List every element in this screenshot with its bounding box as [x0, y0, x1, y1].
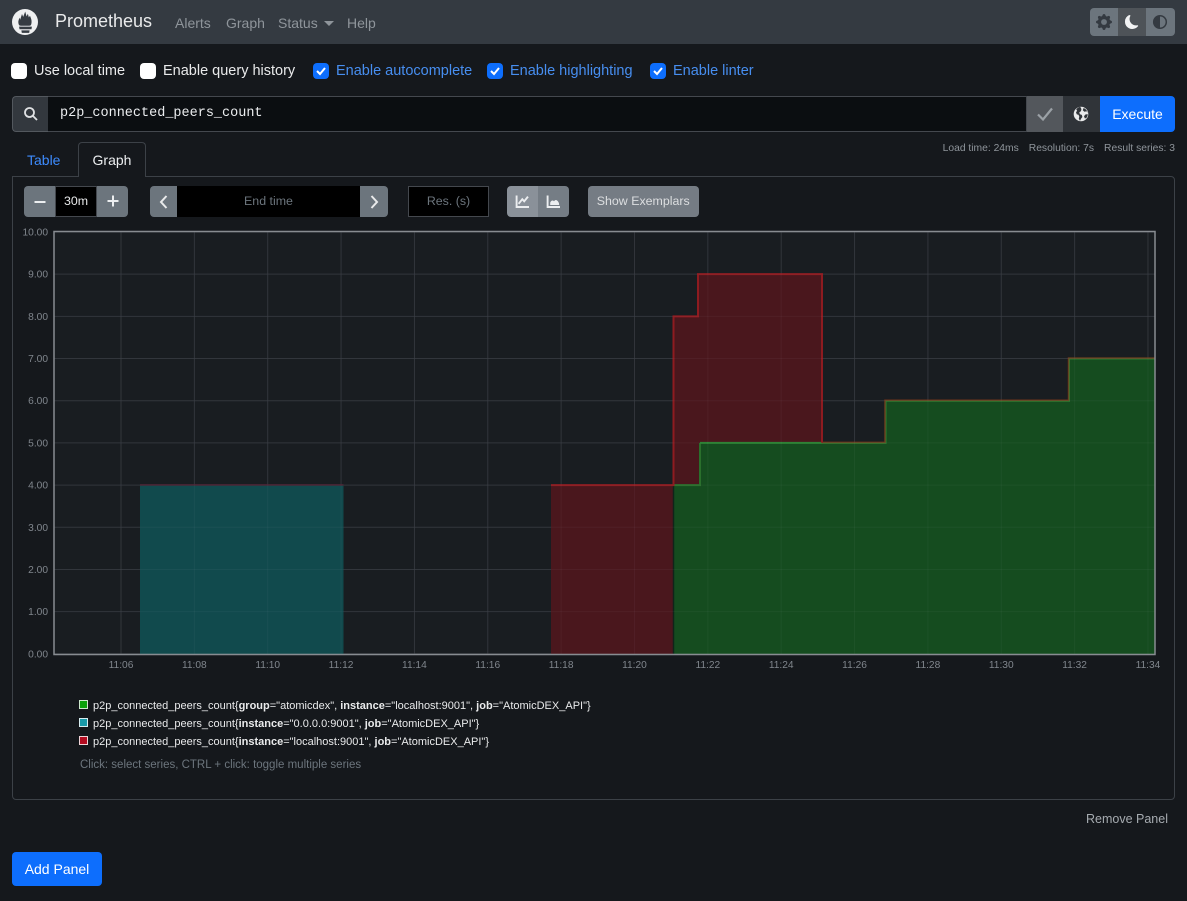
svg-text:1.00: 1.00: [28, 607, 48, 618]
svg-text:5.00: 5.00: [28, 438, 48, 449]
svg-text:0.00: 0.00: [28, 649, 48, 660]
svg-text:2.00: 2.00: [28, 565, 48, 576]
svg-text:8.00: 8.00: [28, 312, 48, 323]
svg-text:11:30: 11:30: [989, 660, 1014, 671]
svg-text:11:20: 11:20: [622, 660, 647, 671]
svg-text:11:18: 11:18: [549, 660, 574, 671]
svg-text:11:28: 11:28: [916, 660, 941, 671]
svg-text:11:12: 11:12: [329, 660, 354, 671]
svg-text:11:32: 11:32: [1062, 660, 1087, 671]
svg-text:7.00: 7.00: [28, 354, 48, 365]
svg-text:9.00: 9.00: [28, 270, 48, 281]
svg-text:11:08: 11:08: [182, 660, 207, 671]
svg-text:11:14: 11:14: [402, 660, 427, 671]
svg-text:3.00: 3.00: [28, 523, 48, 534]
svg-text:11:34: 11:34: [1136, 660, 1161, 671]
svg-text:11:10: 11:10: [255, 660, 280, 671]
svg-text:6.00: 6.00: [28, 396, 48, 407]
svg-text:10.00: 10.00: [23, 228, 49, 239]
svg-text:4.00: 4.00: [28, 481, 48, 492]
svg-text:11:24: 11:24: [769, 660, 794, 671]
svg-text:11:16: 11:16: [475, 660, 500, 671]
svg-text:11:26: 11:26: [842, 660, 867, 671]
svg-text:11:06: 11:06: [109, 660, 134, 671]
svg-text:11:22: 11:22: [695, 660, 720, 671]
